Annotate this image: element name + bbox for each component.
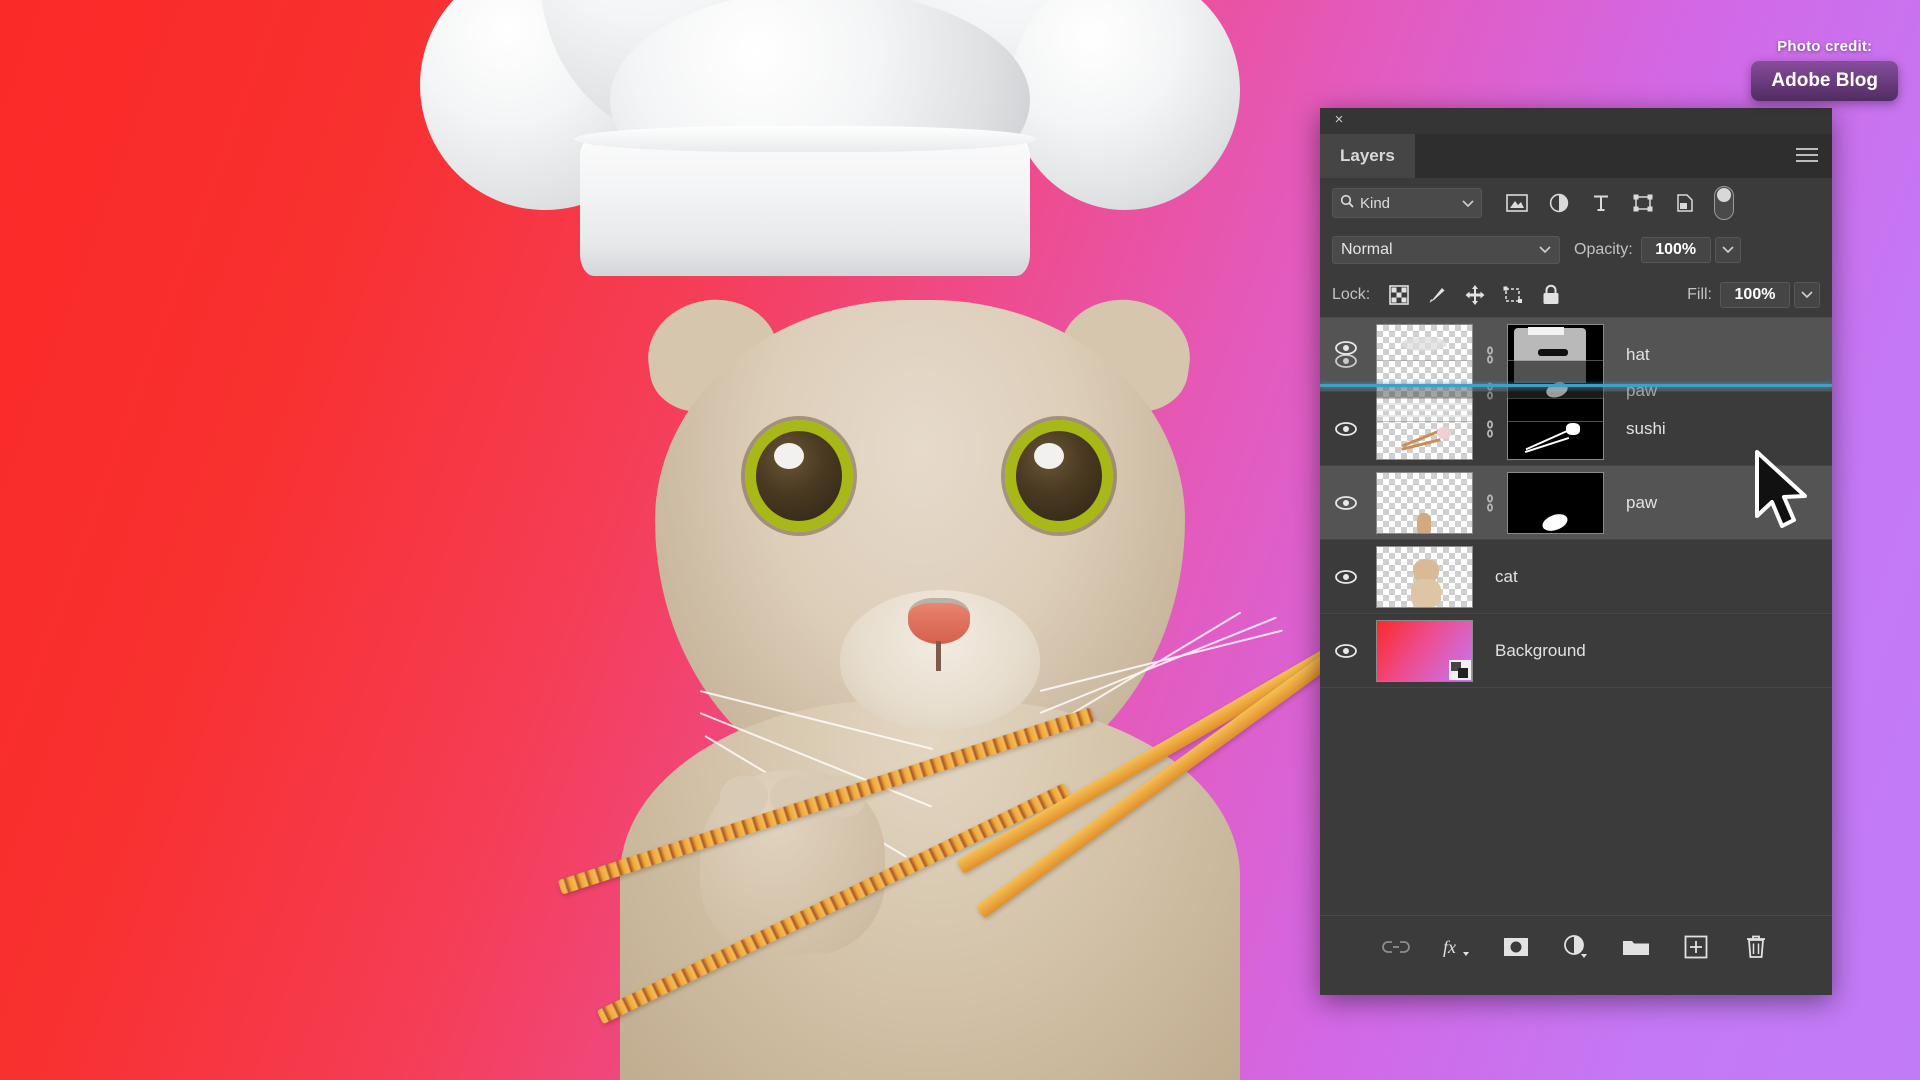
tabbar-filler [1415, 134, 1832, 178]
filter-kind-label: Kind [1360, 194, 1391, 212]
layer-mask-link-icon[interactable] [1473, 342, 1507, 368]
layer-mask-thumbnail[interactable] [1507, 323, 1604, 386]
photo-credit-label: Photo credit: [1777, 38, 1873, 55]
link-layers-icon[interactable] [1381, 932, 1411, 962]
layer-filter-bar: Kind [1320, 178, 1832, 228]
layer-name[interactable]: hat [1626, 345, 1650, 365]
layer-thumbnail[interactable] [1376, 545, 1473, 608]
lock-label: Lock: [1332, 285, 1371, 303]
lock-artboard-nesting-icon[interactable] [1494, 279, 1532, 311]
add-layer-mask-icon[interactable] [1501, 932, 1531, 962]
layer-mask-link-icon[interactable] [1473, 416, 1507, 442]
close-icon[interactable]: × [1330, 111, 1348, 129]
layer-thumbnail[interactable] [1376, 619, 1473, 682]
layer-name[interactable]: cat [1495, 567, 1518, 587]
chef-hat-illustration [420, 0, 1240, 350]
table-row[interactable]: sushi [1320, 392, 1832, 466]
pixel-layer-filter-icon[interactable] [1496, 187, 1538, 219]
tab-layers[interactable]: Layers [1320, 134, 1415, 178]
opacity-input[interactable]: 100% [1640, 237, 1711, 263]
layer-style-fx-icon[interactable]: fx [1441, 932, 1471, 962]
drop-indicator-line [1320, 384, 1832, 387]
photo-credit: Photo credit: Adobe Blog [1751, 38, 1898, 101]
cat-eye-right [1005, 420, 1113, 532]
layer-visibility-toggle[interactable] [1320, 318, 1372, 391]
cat-nose [908, 598, 970, 671]
layer-name[interactable]: Background [1495, 641, 1586, 661]
lock-bar: Lock: Fill: 100% [1320, 272, 1832, 318]
layer-name[interactable]: sushi [1626, 419, 1666, 439]
lock-all-icon[interactable] [1532, 279, 1570, 311]
lock-position-icon[interactable] [1456, 279, 1494, 311]
blend-mode-value: Normal [1341, 241, 1393, 258]
layer-thumbnail[interactable] [1376, 323, 1473, 386]
layer-visibility-toggle[interactable] [1320, 466, 1372, 539]
new-adjustment-layer-icon[interactable] [1561, 932, 1591, 962]
filter-type-icons [1496, 187, 1706, 219]
adjustment-layer-filter-icon[interactable] [1538, 187, 1580, 219]
table-row[interactable]: cat [1320, 540, 1832, 614]
blend-mode-bar: Normal Opacity: 100% [1320, 228, 1832, 272]
layer-list[interactable]: hat paw sushi paw cat Background [1320, 318, 1832, 915]
search-icon [1340, 194, 1354, 212]
lock-image-pixels-icon[interactable] [1418, 279, 1456, 311]
layer-mask-link-icon[interactable] [1473, 490, 1507, 516]
layers-panel-toolbar: fx [1320, 915, 1832, 977]
shape-layer-filter-icon[interactable] [1622, 187, 1664, 219]
layer-mask-thumbnail[interactable] [1507, 397, 1604, 460]
layer-mask-thumbnail[interactable] [1507, 471, 1604, 534]
adobe-blog-link-button[interactable]: Adobe Blog [1751, 61, 1898, 101]
filter-kind-select[interactable]: Kind [1332, 188, 1482, 218]
fill-input[interactable]: 100% [1720, 281, 1790, 308]
opacity-label: Opacity: [1574, 241, 1633, 258]
table-row[interactable]: Background [1320, 614, 1832, 688]
smart-object-filter-icon[interactable] [1664, 187, 1706, 219]
smart-object-badge-icon [1449, 659, 1471, 680]
lock-transparent-pixels-icon[interactable] [1380, 279, 1418, 311]
panel-footer [1320, 977, 1832, 995]
layer-visibility-toggle[interactable] [1320, 392, 1372, 465]
chevron-down-icon [1462, 195, 1474, 212]
opacity-stepper[interactable] [1714, 237, 1741, 263]
filter-enable-toggle[interactable] [1714, 186, 1734, 220]
fill-stepper[interactable] [1794, 281, 1820, 308]
blend-mode-select[interactable]: Normal [1332, 236, 1560, 264]
chevron-down-icon [1539, 241, 1551, 259]
layer-thumbnail[interactable] [1376, 471, 1473, 534]
layer-name[interactable]: paw [1626, 493, 1657, 513]
layer-thumbnail[interactable] [1376, 397, 1473, 460]
table-row[interactable]: hat [1320, 318, 1832, 392]
panel-tabbar: Layers [1320, 134, 1832, 178]
table-row[interactable]: paw [1320, 466, 1832, 540]
layer-visibility-toggle[interactable] [1320, 540, 1372, 613]
new-group-icon[interactable] [1621, 932, 1651, 962]
new-layer-icon[interactable] [1681, 932, 1711, 962]
hamburger-menu-icon[interactable] [1796, 148, 1818, 164]
type-layer-filter-icon[interactable] [1580, 187, 1622, 219]
fill-label: Fill: [1687, 285, 1712, 303]
svg-text:fx: fx [1443, 937, 1456, 957]
cat-eye-left [745, 420, 853, 532]
layer-visibility-toggle[interactable] [1320, 614, 1372, 687]
delete-layer-icon[interactable] [1741, 932, 1771, 962]
layers-panel: × Layers Kind Normal Opacity: 100% Lock:… [1320, 108, 1832, 995]
panel-titlebar: × [1320, 108, 1832, 134]
